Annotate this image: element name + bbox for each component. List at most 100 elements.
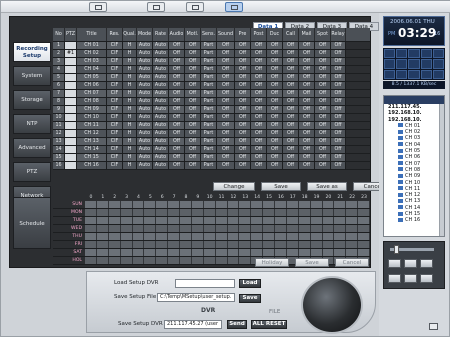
table-cell-mail[interactable]: Off [299, 66, 315, 73]
table-cell-spot[interactable]: Off [315, 114, 331, 121]
table-cell-relay[interactable]: Off [331, 162, 346, 169]
table-cell-ptz[interactable] [65, 162, 77, 169]
camera-tile[interactable] [408, 69, 420, 79]
schedule-cell[interactable] [215, 257, 228, 264]
table-cell-ptz[interactable] [65, 98, 77, 105]
table-cell-no[interactable]: 6 [53, 82, 65, 89]
table-cell-duc[interactable]: Off [267, 42, 283, 49]
table-cell-mode[interactable]: Auto [137, 162, 153, 169]
table-cell-sound[interactable]: Off [217, 66, 235, 73]
table-cell-sound[interactable]: Off [217, 154, 235, 161]
schedule-cell[interactable] [286, 201, 299, 208]
channel-mosaic[interactable] [383, 48, 445, 80]
table-cell-title[interactable]: CH 07 [77, 90, 107, 97]
schedule-save-button[interactable]: Save [295, 258, 329, 267]
snapshot-icon[interactable] [404, 274, 417, 283]
schedule-cell[interactable] [263, 201, 275, 208]
device-tree-scrollbar[interactable] [439, 104, 444, 236]
table-cell-qual[interactable]: H [123, 114, 137, 121]
table-cell-mode[interactable]: Auto [137, 154, 153, 161]
table-cell-rate[interactable]: Auto [153, 154, 169, 161]
table-cell-spot[interactable]: Off [315, 98, 331, 105]
table-cell-relay[interactable]: Off [331, 122, 346, 129]
schedule-cell[interactable] [132, 257, 145, 264]
table-cell-mode[interactable]: Auto [137, 58, 153, 65]
save-setup-dvr-select[interactable]: 211.117.45.27 (user [164, 320, 222, 329]
schedule-cell[interactable] [156, 257, 169, 264]
table-cell-sens[interactable]: Part [201, 106, 217, 113]
table-cell-audio[interactable]: Off [169, 74, 185, 81]
table-row[interactable]: 15 CH 15 CIF H Auto Auto Off Off Part Off Off Off Of… [53, 154, 370, 162]
table-cell-audio[interactable]: Off [169, 42, 185, 49]
schedule-cell[interactable] [108, 201, 121, 208]
schedule-cell[interactable] [239, 209, 252, 216]
schedule-cell[interactable] [191, 225, 204, 232]
table-cell-rate[interactable]: Auto [153, 106, 169, 113]
table-cell-duc[interactable]: Off [267, 82, 283, 89]
camera-tile[interactable] [408, 59, 420, 69]
schedule-cell[interactable] [132, 201, 145, 208]
schedule-cell[interactable] [334, 233, 347, 240]
table-cell-no[interactable]: 3 [53, 58, 65, 65]
table-cell-mode[interactable]: Auto [137, 90, 153, 97]
schedule-cell[interactable] [156, 249, 169, 256]
schedule-cell[interactable] [156, 201, 169, 208]
schedule-cell[interactable] [275, 241, 287, 248]
table-cell-post[interactable]: Off [251, 106, 267, 113]
table-cell-qual[interactable]: H [123, 162, 137, 169]
table-cell-motl[interactable]: Off [185, 90, 201, 97]
table-cell-audio[interactable]: Off [169, 162, 185, 169]
table-cell-pre[interactable]: Off [235, 58, 251, 65]
table-cell-mode[interactable]: Auto [137, 66, 153, 73]
schedule-cell[interactable] [180, 249, 192, 256]
schedule-cell[interactable] [227, 225, 240, 232]
table-cell-spot[interactable]: Off [315, 90, 331, 97]
table-cell-audio[interactable]: Off [169, 146, 185, 153]
table-cell-duc[interactable]: Off [267, 98, 283, 105]
table-row[interactable]: 9 CH 09 CIF H Auto Auto Off Off Part Off Off Off Off… [53, 106, 370, 114]
table-cell-rate[interactable]: Auto [153, 42, 169, 49]
save-setup-file-path[interactable]: C:\Temp\MSetup\user_setup. [157, 293, 235, 302]
play-icon[interactable] [404, 259, 417, 268]
table-cell-motl[interactable]: Off [185, 114, 201, 121]
schedule-cell[interactable] [108, 209, 121, 216]
schedule-cell[interactable] [144, 225, 157, 232]
schedule-cell[interactable] [203, 233, 216, 240]
schedule-cell[interactable] [275, 249, 287, 256]
table-cell-rate[interactable]: Auto [153, 90, 169, 97]
table-cell-duc[interactable]: Off [267, 74, 283, 81]
table-cell-title[interactable]: CH 05 [77, 74, 107, 81]
table-cell-spot[interactable]: Off [315, 154, 331, 161]
schedule-cell[interactable] [85, 201, 97, 208]
schedule-cell[interactable] [310, 225, 323, 232]
table-cell-qual[interactable]: H [123, 82, 137, 89]
table-cell-pre[interactable]: Off [235, 122, 251, 129]
table-cell-no[interactable]: 10 [53, 114, 65, 121]
table-cell-ptz[interactable] [65, 146, 77, 153]
table-cell-call[interactable]: Off [283, 106, 299, 113]
table-cell-motl[interactable]: Off [185, 82, 201, 89]
schedule-cell[interactable] [263, 233, 275, 240]
schedule-cell[interactable] [203, 225, 216, 232]
schedule-cell[interactable] [156, 241, 169, 248]
table-cell-sens[interactable]: Part [201, 162, 217, 169]
schedule-cell[interactable] [180, 225, 192, 232]
table-cell-ptz[interactable] [65, 66, 77, 73]
table-cell-audio[interactable]: Off [169, 90, 185, 97]
table-cell-sens[interactable]: Part [201, 42, 217, 49]
schedule-cell[interactable] [96, 209, 109, 216]
schedule-cell[interactable] [215, 241, 228, 248]
schedule-cell[interactable] [322, 209, 335, 216]
camera-tile[interactable] [384, 59, 396, 69]
table-cell-spot[interactable]: Off [315, 42, 331, 49]
table-cell-mail[interactable]: Off [299, 98, 315, 105]
table-cell-res[interactable]: CIF [107, 90, 123, 97]
table-row[interactable]: 13 CH 13 CIF H Auto Auto Off Off Part Off Off Off Of… [53, 138, 370, 146]
table-row[interactable]: 12 CH 12 CIF H Auto Auto Off Off Part Off Off Off Of… [53, 130, 370, 138]
table-cell-qual[interactable]: H [123, 74, 137, 81]
table-cell-motl[interactable]: Off [185, 42, 201, 49]
table-cell-call[interactable]: Off [283, 82, 299, 89]
table-cell-sens[interactable]: Part [201, 122, 217, 129]
schedule-cell[interactable] [168, 209, 180, 216]
schedule-cell[interactable] [334, 249, 347, 256]
